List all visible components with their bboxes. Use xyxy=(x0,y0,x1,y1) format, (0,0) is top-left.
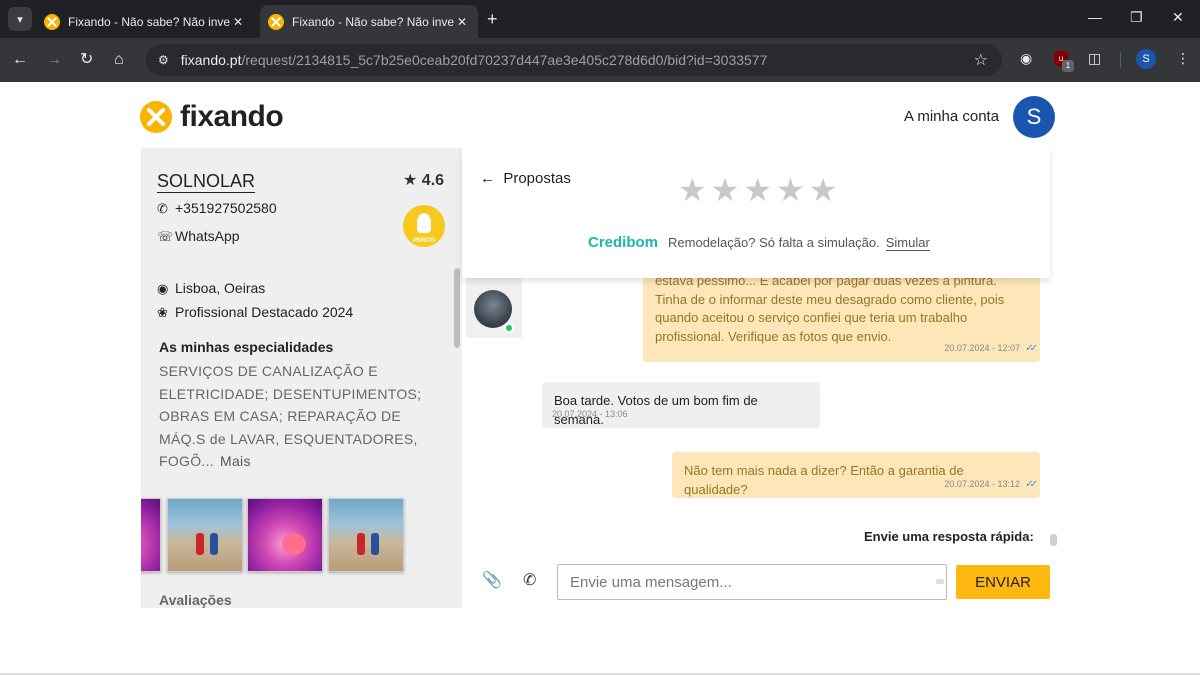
minimize-icon[interactable]: — xyxy=(1088,9,1102,25)
chat-messages[interactable]: estava péssimo... E acabei por pagar dua… xyxy=(462,270,1050,560)
photo-rose xyxy=(282,533,306,555)
tab-close-icon[interactable]: ✕ xyxy=(454,15,470,29)
simulate-link[interactable]: Simular xyxy=(885,235,930,251)
message-time: 20.07.2024 - 13:12 xyxy=(944,478,1020,489)
fixando-favicon-icon xyxy=(44,13,60,30)
read-ticks-icon: ✓✓ xyxy=(1025,342,1038,354)
message-input[interactable] xyxy=(557,564,947,600)
online-status-icon xyxy=(504,323,514,333)
browser-tab-bar: ▾ Fixando - Não sabe? Não inventa! ✕ Fix… xyxy=(0,0,1200,38)
promo-text: Remodelação? Só falta a simulação. xyxy=(668,235,880,250)
gallery-photo[interactable] xyxy=(141,498,161,572)
whatsapp-contact[interactable]: ☏ WhatsApp xyxy=(157,228,240,245)
photo-figure xyxy=(210,533,218,555)
address-bar[interactable]: ⚙ fixando.pt/request/2134815_5c7b25e0cea… xyxy=(146,44,1002,76)
tab-title: Fixando - Não sabe? Não inventa! xyxy=(292,14,454,29)
photo-figure xyxy=(371,533,379,555)
tab-close-icon[interactable]: ✕ xyxy=(230,15,246,29)
message-received: Boa tarde. Votos de um bom fim de semana… xyxy=(542,382,820,428)
user-avatar[interactable]: S xyxy=(1013,96,1055,138)
message-time: 20.07.2024 - 12:07 xyxy=(944,342,1020,353)
rating-star-icon[interactable]: ★ xyxy=(678,174,707,206)
location-pin-icon: ◉ xyxy=(157,281,169,296)
input-resize-handle xyxy=(936,579,944,584)
phone-contact[interactable]: ✆ +351927502580 xyxy=(157,200,277,217)
call-phone-icon[interactable]: ✆ xyxy=(523,570,536,590)
new-tab-plus-icon[interactable]: + xyxy=(487,9,498,29)
professional-panel: SOLNOLAR ★ 4.6 ✆ +351927502580 ☏ WhatsApp … xyxy=(141,148,462,608)
fixando-logo[interactable]: fixando xyxy=(140,100,284,134)
window-close-icon[interactable]: ✕ xyxy=(1172,9,1184,26)
logo-text: fixando xyxy=(180,100,284,133)
rating-star-icon[interactable]: ★ xyxy=(809,174,838,206)
photo-gallery xyxy=(141,496,405,574)
reload-icon[interactable]: ↻ xyxy=(80,50,93,70)
browser-tab-2[interactable]: Fixando - Não sabe? Não inventa! ✕ xyxy=(260,5,478,38)
toolbar-divider xyxy=(1120,52,1121,68)
attachment-paperclip-icon[interactable]: 📎 xyxy=(482,570,502,590)
message-sent: estava péssimo... E acabei por pagar dua… xyxy=(643,270,1040,362)
back-to-proposals-link[interactable]: ← Propostas xyxy=(480,170,571,187)
rating-star-icon[interactable]: ★ xyxy=(743,174,772,206)
phone-icon: ✆ xyxy=(157,201,168,216)
photo-figure xyxy=(357,533,365,555)
arrow-left-icon: ← xyxy=(480,170,495,187)
whatsapp-icon: ☏ xyxy=(157,229,174,244)
photo-figure xyxy=(196,533,204,555)
gallery-photo[interactable] xyxy=(167,498,243,572)
specialties-title: As minhas especialidades xyxy=(159,339,334,355)
professional-rating: ★ 4.6 xyxy=(403,172,445,189)
browser-tab-1[interactable]: Fixando - Não sabe? Não inventa! ✕ xyxy=(36,5,254,38)
forward-arrow-icon[interactable]: → xyxy=(46,50,62,70)
professional-chat-avatar xyxy=(466,278,522,338)
reviews-title: Avaliações xyxy=(159,592,232,608)
message-time: 20.07.2024 - 13:06 xyxy=(552,408,628,419)
professional-name[interactable]: SOLNOLAR xyxy=(157,170,256,193)
message-sent: Não tem mais nada a dizer? Então a garan… xyxy=(672,452,1040,498)
restore-icon[interactable]: ❐ xyxy=(1130,9,1143,26)
my-account-link[interactable]: A minha conta xyxy=(904,108,999,125)
bookmark-star-icon[interactable]: ☆ xyxy=(974,50,988,70)
gallery-photo[interactable] xyxy=(328,498,404,572)
url-text[interactable]: fixando.pt/request/2134815_5c7b25e0ceab2… xyxy=(181,52,768,68)
professional-location: ◉ Lisboa, Oeiras xyxy=(157,280,266,296)
rating-stars: ★ ★ ★ ★ ★ xyxy=(678,174,841,206)
gallery-photo[interactable] xyxy=(247,498,323,572)
extension-badge: 1 xyxy=(1062,60,1074,72)
rating-star-icon[interactable]: ★ xyxy=(776,174,805,206)
browser-toolbar: ← → ↻ ⌂ ⚙ fixando.pt/request/2134815_5c7… xyxy=(0,38,1200,82)
quick-reply-scrollbar[interactable] xyxy=(1050,534,1057,546)
rating-star-icon[interactable]: ★ xyxy=(711,174,740,206)
back-arrow-icon[interactable]: ← xyxy=(12,50,28,70)
professional-highlight: ❀ Profissional Destacado 2024 xyxy=(157,304,354,320)
tab-search-button[interactable]: ▾ xyxy=(8,7,32,31)
credibom-promo: Credibom Remodelação? Só falta a simulaç… xyxy=(588,234,930,251)
chat-header: ← Propostas ★ ★ ★ ★ ★ Credibom Remodelaç… xyxy=(462,148,1050,278)
fixando-favicon-icon xyxy=(268,13,284,30)
site-info-icon[interactable]: ⚙ xyxy=(158,53,169,67)
star-icon: ★ xyxy=(403,172,418,189)
avatar xyxy=(474,290,512,328)
credibom-logo: Credibom xyxy=(588,234,659,251)
expert-badge-icon: PERITO xyxy=(403,205,445,247)
read-ticks-icon: ✓✓ xyxy=(1025,478,1038,490)
browser-menu-icon[interactable]: ⋮ xyxy=(1176,50,1190,67)
specialties-text: SERVIÇOS DE CANALIZAÇÃO E ELETRICIDADE; … xyxy=(159,363,422,469)
extensions-puzzle-icon[interactable]: ◫ xyxy=(1088,50,1101,67)
fixando-logo-icon xyxy=(140,101,172,133)
browser-profile-avatar[interactable]: S xyxy=(1136,49,1156,69)
panel-scrollbar[interactable] xyxy=(454,268,460,348)
extension-copilot-icon[interactable]: ◉ xyxy=(1020,50,1032,67)
tab-title: Fixando - Não sabe? Não inventa! xyxy=(68,14,230,29)
award-icon: ❀ xyxy=(157,305,168,320)
send-button[interactable]: ENVIAR xyxy=(956,565,1050,599)
specialties-more-link[interactable]: Mais xyxy=(220,453,251,469)
home-icon[interactable]: ⌂ xyxy=(114,50,124,70)
